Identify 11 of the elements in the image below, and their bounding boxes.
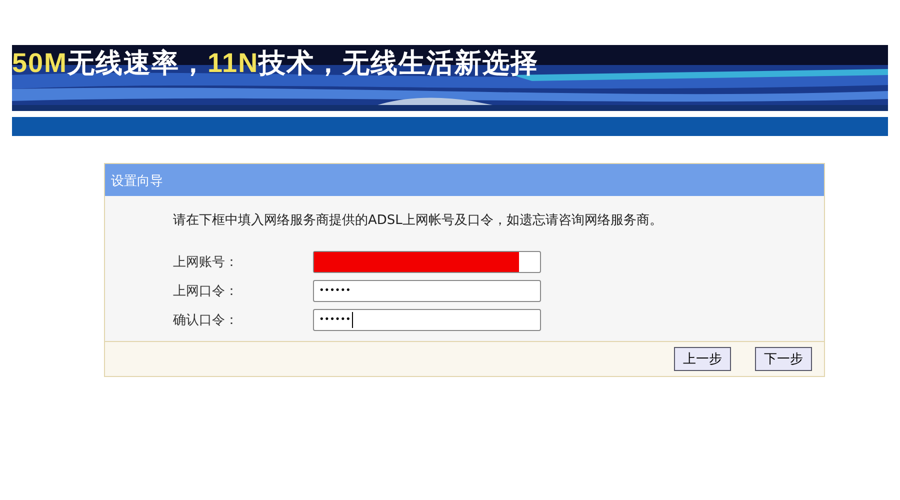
input-field[interactable]: •••••• xyxy=(313,280,541,302)
field-label: 确认口令： xyxy=(173,312,239,329)
input-field[interactable] xyxy=(313,251,541,273)
field-label: 上网口令： xyxy=(173,283,239,300)
input-field[interactable]: •••••• xyxy=(313,309,541,331)
wizard-step-button[interactable]: 下一步 xyxy=(755,347,812,371)
field-label: 上网账号： xyxy=(173,254,239,271)
banner-slogan: 50M无线速率，11N技术，无线生活新选择 xyxy=(12,47,539,79)
panel-title: 设置向导 xyxy=(105,164,824,196)
instructions: 请在下框中填入网络服务商提供的ADSL上网帐号及口令，如遗忘请咨询网络服务商。 xyxy=(173,212,664,230)
wizard-step-button[interactable]: 上一步 xyxy=(674,347,731,371)
